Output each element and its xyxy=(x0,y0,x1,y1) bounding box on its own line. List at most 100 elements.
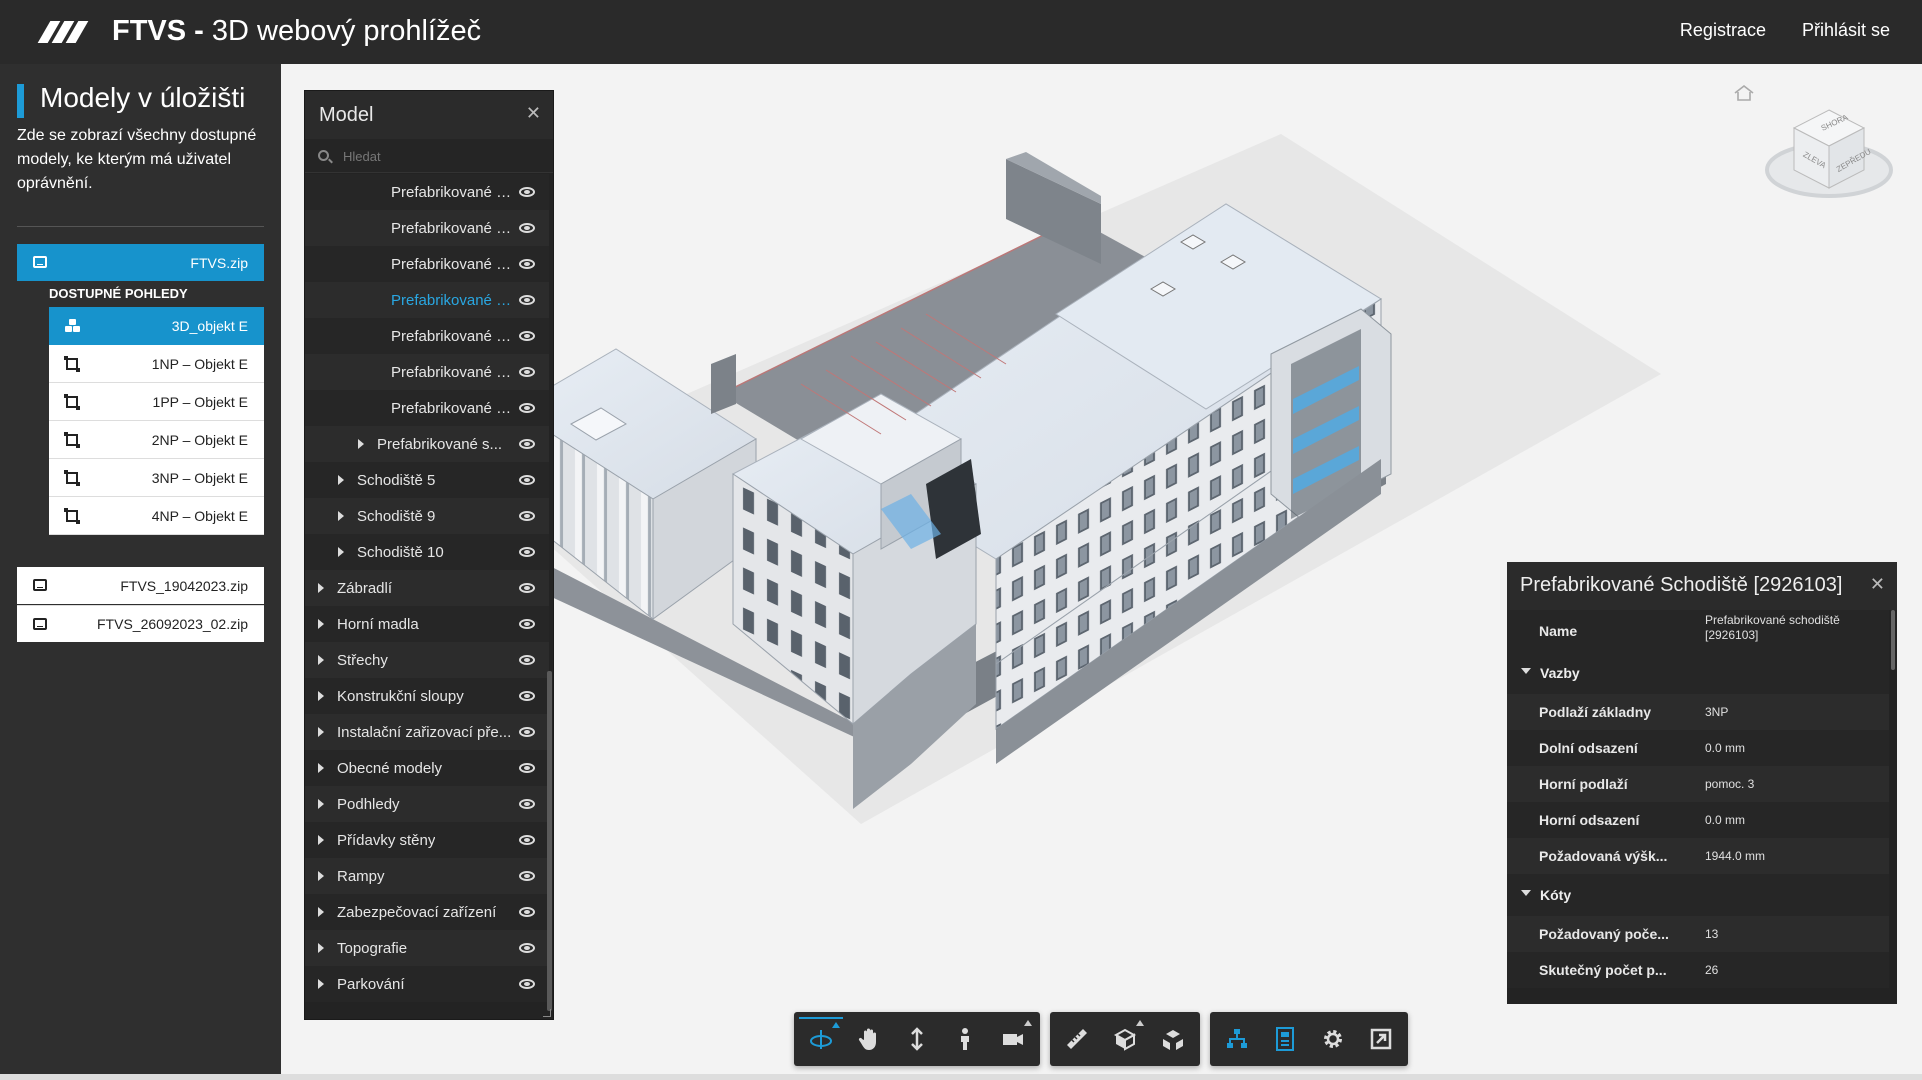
property-row: Požadovaná výšk... 1944.0 mm xyxy=(1507,838,1889,874)
zoom-tool[interactable] xyxy=(895,1017,939,1061)
register-link[interactable]: Registrace xyxy=(1680,20,1766,41)
tree-row[interactable]: Přídavky stěny xyxy=(305,822,549,858)
tree-row[interactable]: Schodiště 5 xyxy=(305,462,549,498)
eye-icon[interactable] xyxy=(519,691,535,701)
eye-icon[interactable] xyxy=(519,583,535,593)
expand-caret-icon[interactable] xyxy=(318,619,324,629)
eye-icon[interactable] xyxy=(519,367,535,377)
eye-icon[interactable] xyxy=(519,655,535,665)
expand-caret-icon[interactable] xyxy=(318,979,324,989)
eye-icon[interactable] xyxy=(519,223,535,233)
tree-row[interactable]: Instalační zařizovací pře... xyxy=(305,714,549,750)
tree-row[interactable]: Obecné modely xyxy=(305,750,549,786)
expand-caret-icon[interactable] xyxy=(318,763,324,773)
view-item-3np[interactable]: 3NP – Objekt E xyxy=(49,459,264,497)
view-item-3d[interactable]: 3D_objekt E xyxy=(49,307,264,345)
eye-icon[interactable] xyxy=(519,259,535,269)
section-tool[interactable] xyxy=(1103,1017,1147,1061)
eye-icon[interactable] xyxy=(519,619,535,629)
tree-row[interactable]: Schodiště 10 xyxy=(305,534,549,570)
eye-icon[interactable] xyxy=(519,295,535,305)
eye-icon[interactable] xyxy=(519,439,535,449)
expand-caret-icon[interactable] xyxy=(318,835,324,845)
expand-caret-icon[interactable] xyxy=(338,511,344,521)
eye-icon[interactable] xyxy=(519,187,535,197)
explode-tool[interactable] xyxy=(1151,1017,1195,1061)
eye-icon[interactable] xyxy=(519,727,535,737)
expand-caret-icon[interactable] xyxy=(318,943,324,953)
eye-icon[interactable] xyxy=(519,511,535,521)
view-item-1pp[interactable]: 1PP – Objekt E xyxy=(49,383,264,421)
tree-row[interactable]: Prefabrikované s... xyxy=(305,390,549,426)
first-person-tool[interactable] xyxy=(943,1017,987,1061)
tree-row[interactable]: Horní madla xyxy=(305,606,549,642)
tree-row[interactable]: Prefabrikované s... xyxy=(305,246,549,282)
tree-row[interactable]: Prefabrikované s... xyxy=(305,174,549,210)
expand-caret-icon[interactable] xyxy=(318,655,324,665)
tree-row[interactable]: Konstrukční sloupy xyxy=(305,678,549,714)
properties-scrollbar[interactable] xyxy=(1891,610,1895,670)
tree-row[interactable]: Schodiště 9 xyxy=(305,498,549,534)
tree-row[interactable]: Prefabrikované s... xyxy=(305,282,549,318)
view-item-4np[interactable]: 4NP – Objekt E xyxy=(49,497,264,535)
expand-caret-icon[interactable] xyxy=(338,547,344,557)
tree-row-label: Prefabrikované s... xyxy=(391,255,513,273)
model-scrollbar[interactable] xyxy=(547,671,552,1011)
expand-caret-icon[interactable] xyxy=(338,475,344,485)
property-value: 3NP xyxy=(1705,705,1729,719)
expand-caret-icon[interactable] xyxy=(358,439,364,449)
eye-icon[interactable] xyxy=(519,799,535,809)
viewcube[interactable]: SHORA ZLEVA ZEPŘEDU xyxy=(1764,90,1894,210)
tree-row[interactable]: Topografie xyxy=(305,930,549,966)
tree-row[interactable]: Podhledy xyxy=(305,786,549,822)
eye-icon[interactable] xyxy=(519,475,535,485)
file-item-ftvs[interactable]: FTVS.zip xyxy=(17,244,264,281)
pan-tool[interactable] xyxy=(847,1017,891,1061)
eye-icon[interactable] xyxy=(519,979,535,989)
tree-row[interactable]: Zábradlí xyxy=(305,570,549,606)
eye-icon[interactable] xyxy=(519,403,535,413)
tree-row[interactable]: Prefabrikované s... xyxy=(305,426,549,462)
expand-caret-icon[interactable] xyxy=(318,907,324,917)
file-item-ftvs-19042023[interactable]: FTVS_19042023.zip xyxy=(17,567,264,604)
orbit-tool[interactable] xyxy=(799,1017,843,1061)
tree-row[interactable]: Parkování xyxy=(305,966,549,1002)
tree-row[interactable]: Zabezpečovací zařízení xyxy=(305,894,549,930)
property-category[interactable]: Vazby xyxy=(1507,652,1889,694)
eye-icon[interactable] xyxy=(519,943,535,953)
eye-icon[interactable] xyxy=(519,835,535,845)
tree-row[interactable]: Střechy xyxy=(305,642,549,678)
tree-row[interactable]: Prefabrikované s... xyxy=(305,318,549,354)
properties-tool[interactable] xyxy=(1263,1017,1307,1061)
property-category[interactable]: Kóty xyxy=(1507,874,1889,916)
close-icon[interactable]: ✕ xyxy=(526,103,541,124)
expand-caret-icon[interactable] xyxy=(318,871,324,881)
home-icon[interactable] xyxy=(1733,84,1755,102)
eye-icon[interactable] xyxy=(519,763,535,773)
close-icon[interactable]: ✕ xyxy=(1870,574,1885,595)
expand-caret-icon[interactable] xyxy=(318,691,324,701)
fullscreen-tool[interactable] xyxy=(1359,1017,1403,1061)
tree-row[interactable]: Prefabrikované s... xyxy=(305,210,549,246)
expand-caret-icon[interactable] xyxy=(318,799,324,809)
eye-icon[interactable] xyxy=(519,907,535,917)
eye-icon[interactable] xyxy=(519,547,535,557)
resize-handle[interactable] xyxy=(543,1009,551,1017)
view-item-2np[interactable]: 2NP – Objekt E xyxy=(49,421,264,459)
file-item-ftvs-26092023[interactable]: FTVS_26092023_02.zip xyxy=(17,605,264,642)
model-search-input[interactable] xyxy=(343,146,533,166)
camera-tool[interactable] xyxy=(991,1017,1035,1061)
measure-tool[interactable] xyxy=(1055,1017,1099,1061)
login-link[interactable]: Přihlásit se xyxy=(1802,20,1890,41)
expand-caret-icon[interactable] xyxy=(318,583,324,593)
eye-icon[interactable] xyxy=(519,331,535,341)
app-subtitle: 3D webový prohlížeč xyxy=(211,15,482,47)
model-browser-tool[interactable] xyxy=(1215,1017,1259,1061)
tree-row[interactable]: Rampy xyxy=(305,858,549,894)
eye-icon[interactable] xyxy=(519,871,535,881)
expand-caret-icon[interactable] xyxy=(318,727,324,737)
view-item-1np[interactable]: 1NP – Objekt E xyxy=(49,345,264,383)
tree-row[interactable]: Prefabrikované s... xyxy=(305,354,549,390)
pan-icon xyxy=(858,1028,876,1050)
settings-tool[interactable] xyxy=(1311,1017,1355,1061)
